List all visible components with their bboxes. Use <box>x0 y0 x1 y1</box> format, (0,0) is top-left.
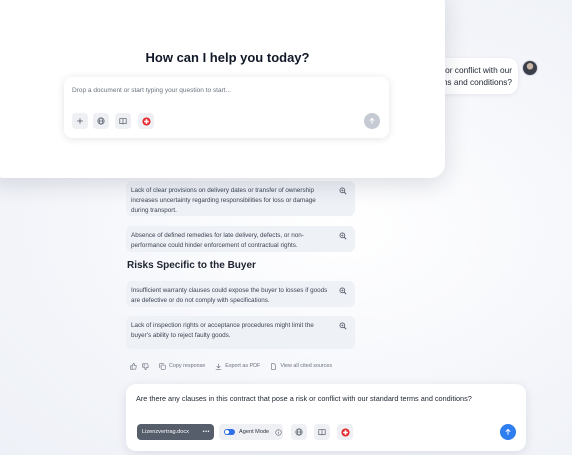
thumbs-down-icon[interactable] <box>142 362 149 370</box>
user-avatar <box>522 60 538 76</box>
risk-card-text: Lack of inspection rights or acceptance … <box>131 322 314 339</box>
new-chat-modal: How can I help you today? Drop a documen… <box>0 0 445 178</box>
web-search-button[interactable] <box>291 424 307 440</box>
modal-title: How can I help you today? <box>145 50 310 65</box>
book-icon <box>119 118 127 125</box>
chat-composer[interactable]: Are there any clauses in this contract t… <box>126 384 526 451</box>
export-pdf-button[interactable]: Export as PDF <box>215 363 260 370</box>
response-actions: Copy response Export as PDF View all cit… <box>130 361 332 371</box>
risk-card: Lack of clear provisions on delivery dat… <box>126 181 355 216</box>
export-icon <box>215 363 222 370</box>
prompt-input-placeholder[interactable]: Drop a document or start typing your que… <box>72 87 231 94</box>
plus-icon <box>77 118 83 124</box>
library-button[interactable] <box>115 113 131 129</box>
library-button[interactable] <box>314 424 330 440</box>
swiss-cross-icon <box>141 116 151 126</box>
globe-icon <box>97 117 105 125</box>
agent-mode-label: Agent Mode <box>239 429 270 435</box>
swiss-cross-icon <box>340 427 350 437</box>
globe-icon <box>295 428 303 436</box>
risk-card-text: Insufficient warranty clauses could expo… <box>131 287 328 304</box>
arrow-up-icon <box>505 428 511 435</box>
send-button[interactable] <box>500 424 516 440</box>
send-button-disabled[interactable] <box>364 113 380 129</box>
arrow-up-icon <box>369 117 375 124</box>
risk-card: Absence of defined remedies for late del… <box>126 226 355 252</box>
view-sources-button[interactable]: View all cited sources <box>270 362 333 370</box>
file-more-button[interactable]: ••• <box>203 429 210 435</box>
risk-card: Lack of inspection rights or acceptance … <box>126 316 355 349</box>
attached-file-chip[interactable]: Lizenzvertrag.docx ••• <box>137 424 214 440</box>
view-sources-label: View all cited sources <box>280 363 333 369</box>
book-icon <box>318 429 326 436</box>
zoom-in-icon[interactable] <box>339 322 347 330</box>
section-title: Risks Specific to the Buyer <box>127 260 256 271</box>
toggle-switch[interactable] <box>224 429 235 435</box>
zoom-in-icon[interactable] <box>339 187 347 195</box>
web-search-button[interactable] <box>93 113 109 129</box>
zoom-in-icon[interactable] <box>339 232 347 240</box>
agent-mode-toggle[interactable]: Agent Mode <box>219 424 283 440</box>
prompt-input-box[interactable]: Drop a document or start typing your que… <box>64 77 389 138</box>
thumbs-up-icon[interactable] <box>130 362 137 370</box>
copy-icon <box>159 362 166 370</box>
risk-card: Insufficient warranty clauses could expo… <box>126 281 355 307</box>
document-icon <box>271 362 277 370</box>
swiss-law-button[interactable] <box>138 113 154 129</box>
composer-text[interactable]: Are there any clauses in this contract t… <box>136 394 472 403</box>
copy-response-label: Copy response <box>169 363 206 369</box>
risk-card-text: Lack of clear provisions on delivery dat… <box>131 187 316 214</box>
add-attachment-button[interactable] <box>72 113 88 129</box>
copy-response-button[interactable]: Copy response <box>159 362 206 370</box>
swiss-law-button[interactable] <box>337 424 353 440</box>
file-name: Lizenzvertrag.docx <box>142 429 189 435</box>
risk-card-text: Absence of defined remedies for late del… <box>131 232 304 249</box>
info-icon[interactable] <box>275 428 282 436</box>
zoom-in-icon[interactable] <box>339 287 347 295</box>
export-pdf-label: Export as PDF <box>225 363 261 369</box>
